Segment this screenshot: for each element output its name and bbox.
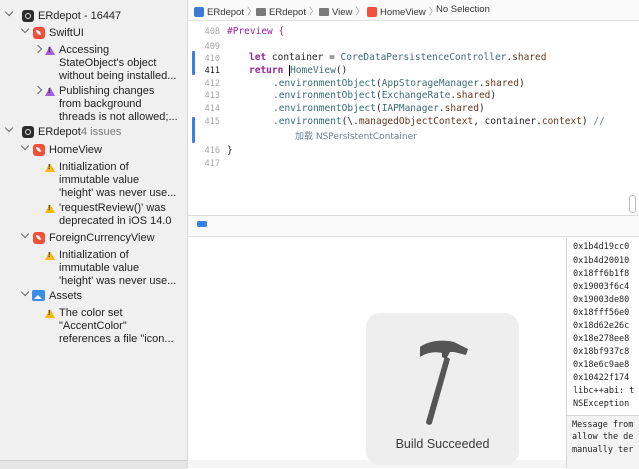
chevron-down-icon[interactable] bbox=[4, 9, 14, 22]
issue-text: Initialization of immutable value 'heigh… bbox=[59, 249, 177, 287]
group-title: HomeView bbox=[49, 144, 102, 156]
issue-text: Initialization of immutable value 'heigh… bbox=[59, 161, 177, 199]
build-status-label: Build Succeeded bbox=[395, 437, 490, 451]
line-number: 410 bbox=[204, 54, 220, 64]
change-bar bbox=[192, 117, 195, 143]
console-line: 0x10422f174 bbox=[573, 373, 630, 383]
swift-icon bbox=[33, 144, 45, 156]
line-number: 413 bbox=[204, 91, 220, 101]
warning-icon bbox=[45, 163, 55, 172]
change-bar bbox=[192, 51, 195, 75]
code-comment-wrap: 加载 NSPersistentContainer bbox=[295, 132, 417, 142]
code-line: let container = CoreDataPersistenceContr… bbox=[249, 52, 547, 63]
code-line: .environmentObject(AppStorageManager.sha… bbox=[273, 78, 525, 89]
console-line: 0x18d62e26c bbox=[573, 321, 630, 331]
code-line: #Preview { bbox=[227, 26, 285, 37]
code-line: .environmentObject(ExchangeRate.shared) bbox=[273, 90, 497, 101]
line-number: 411 bbox=[204, 66, 220, 76]
line-number: 416 bbox=[204, 146, 220, 156]
message-line: Message from bbox=[572, 420, 634, 430]
console-line: 0x18ff6b1f8 bbox=[573, 269, 630, 279]
swift-icon bbox=[33, 232, 45, 244]
code-line: .environment(\.managedObjectContext, con… bbox=[273, 116, 605, 127]
app-icon bbox=[22, 10, 34, 22]
runtime-issue-icon bbox=[45, 87, 55, 96]
console-line: 0x1b4d20010 bbox=[573, 256, 630, 266]
editor-scroll-thumb[interactable] bbox=[629, 195, 636, 213]
project-icon bbox=[194, 7, 204, 17]
group-title: Assets bbox=[49, 290, 83, 302]
code-line: .environmentObject(IAPManager.shared) bbox=[273, 103, 485, 114]
console-line: 0x18e6c9ae8 bbox=[573, 360, 630, 370]
chevron-down-icon[interactable] bbox=[4, 125, 14, 138]
hammer-icon bbox=[420, 340, 468, 425]
runtime-issue-icon bbox=[45, 46, 55, 55]
jump-bar: ERdepot 〉 ERdepot 〉 View 〉 HomeView 〉 No Sel… bbox=[188, 0, 639, 21]
line-number: 408 bbox=[204, 27, 220, 37]
console-line: 0x1b4d19cc0 bbox=[573, 242, 630, 252]
line-number: 412 bbox=[204, 79, 220, 89]
chevron-right-icon[interactable] bbox=[33, 85, 43, 98]
debug-toggle-icon[interactable] bbox=[197, 221, 207, 227]
line-number: 414 bbox=[204, 104, 220, 114]
code-line: } bbox=[227, 145, 233, 156]
breadcrumb-selection[interactable]: No Selection bbox=[436, 4, 490, 15]
console-line: 0x18bf937c8 bbox=[573, 347, 630, 357]
console-message: Message from allow the de manually ter bbox=[567, 415, 639, 469]
chevron-down-icon[interactable] bbox=[20, 231, 30, 244]
asset-catalog-icon bbox=[32, 290, 45, 301]
console-line: 0x19003f6c4 bbox=[573, 282, 630, 292]
warning-icon bbox=[45, 251, 55, 260]
issue-text: 'requestReview()' was deprecated in iOS … bbox=[59, 202, 172, 227]
folder-icon bbox=[319, 8, 329, 16]
issue-navigator: ERdepot - 16447 SwiftUI Accessing StateO… bbox=[0, 0, 188, 468]
chevron-down-icon[interactable] bbox=[20, 289, 30, 302]
breadcrumb-folder[interactable]: ERdepot 〉 bbox=[256, 4, 322, 18]
swift-file-icon bbox=[367, 7, 377, 17]
breadcrumb-file[interactable]: HomeView 〉 bbox=[367, 4, 441, 18]
canvas-toolbar bbox=[188, 216, 639, 237]
issue-text: Publishing changes from background threa… bbox=[59, 85, 178, 123]
console-line: NSException bbox=[573, 399, 630, 409]
line-number: 417 bbox=[204, 159, 220, 169]
message-line: manually ter bbox=[572, 445, 634, 455]
breadcrumb-folder[interactable]: View 〉 bbox=[319, 4, 368, 18]
console-line: libc++abi: t bbox=[573, 386, 635, 396]
message-line: allow the de bbox=[572, 432, 634, 442]
console-line: 0x18fff56e0 bbox=[573, 308, 630, 318]
line-number: 415 bbox=[204, 117, 220, 127]
code-editor[interactable]: 408 409 410 411 412 413 414 415 416 417 … bbox=[188, 21, 639, 215]
breadcrumb-project[interactable]: ERdepot 〉 bbox=[194, 4, 260, 18]
folder-icon bbox=[256, 8, 266, 16]
issue-text: Accessing StateObject's object without b… bbox=[59, 44, 177, 82]
issue-count: 4 issues bbox=[81, 126, 122, 138]
swift-icon bbox=[33, 27, 45, 39]
chevron-right-icon[interactable] bbox=[33, 44, 43, 57]
line-number: 409 bbox=[204, 42, 220, 52]
chevron-down-icon[interactable] bbox=[20, 143, 30, 156]
issue-text: The color set "AccentColor" references a… bbox=[59, 307, 174, 345]
warning-icon bbox=[45, 309, 55, 318]
console-line: 0x18e278ee8 bbox=[573, 334, 630, 344]
console-line: 0x19003de80 bbox=[573, 295, 630, 305]
project-title: ERdepot bbox=[38, 126, 81, 138]
build-status-hud: Build Succeeded bbox=[366, 313, 519, 465]
code-line-current: return HomeView() bbox=[249, 65, 348, 76]
app-icon bbox=[22, 126, 34, 138]
project-title: ERdepot - 16447 bbox=[38, 10, 122, 22]
chevron-down-icon[interactable] bbox=[20, 26, 30, 39]
group-title: ForeignCurrencyView bbox=[49, 232, 155, 244]
group-title: SwiftUI bbox=[49, 27, 84, 39]
warning-icon bbox=[45, 204, 55, 213]
